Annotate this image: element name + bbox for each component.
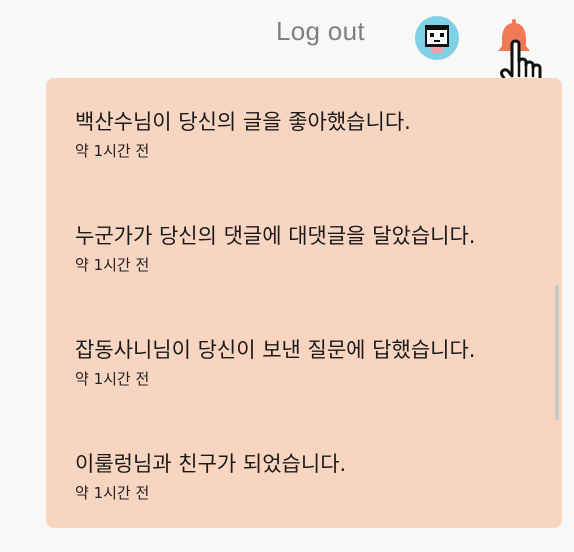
notification-message: 백산수님이 당신의 글을 좋아했습니다. <box>75 110 411 134</box>
notification-item[interactable]: 이룰렁님과 친구가 되었습니다. 약 1시간 전 <box>75 450 545 502</box>
notification-item[interactable]: 백산수님이 당신의 글을 좋아했습니다. 약 1시간 전 <box>75 108 545 160</box>
top-header: Log out <box>0 0 574 97</box>
pixel-face-avatar-icon <box>425 25 449 53</box>
avatar[interactable] <box>415 16 459 60</box>
notification-time: 약 1시간 전 <box>75 142 150 160</box>
notification-time: 약 1시간 전 <box>75 484 150 502</box>
scrollbar[interactable] <box>555 285 559 420</box>
notification-item[interactable]: 누군가가 당신의 댓글에 대댓글을 달았습니다. 약 1시간 전 <box>75 222 545 274</box>
notification-message: 누군가가 당신의 댓글에 대댓글을 달았습니다. <box>75 224 476 248</box>
notification-item[interactable]: 잡동사니님이 당신이 보낸 질문에 답했습니다. 약 1시간 전 <box>75 336 545 388</box>
notification-message: 이룰렁님과 친구가 되었습니다. <box>75 452 347 476</box>
notification-time: 약 1시간 전 <box>75 256 150 274</box>
notification-panel: 백산수님이 당신의 글을 좋아했습니다. 약 1시간 전 누군가가 당신의 댓글… <box>46 78 562 528</box>
notification-message: 잡동사니님이 당신이 보낸 질문에 답했습니다. <box>75 338 476 362</box>
notification-time: 약 1시간 전 <box>75 370 150 388</box>
logout-button[interactable]: Log out <box>276 16 365 47</box>
